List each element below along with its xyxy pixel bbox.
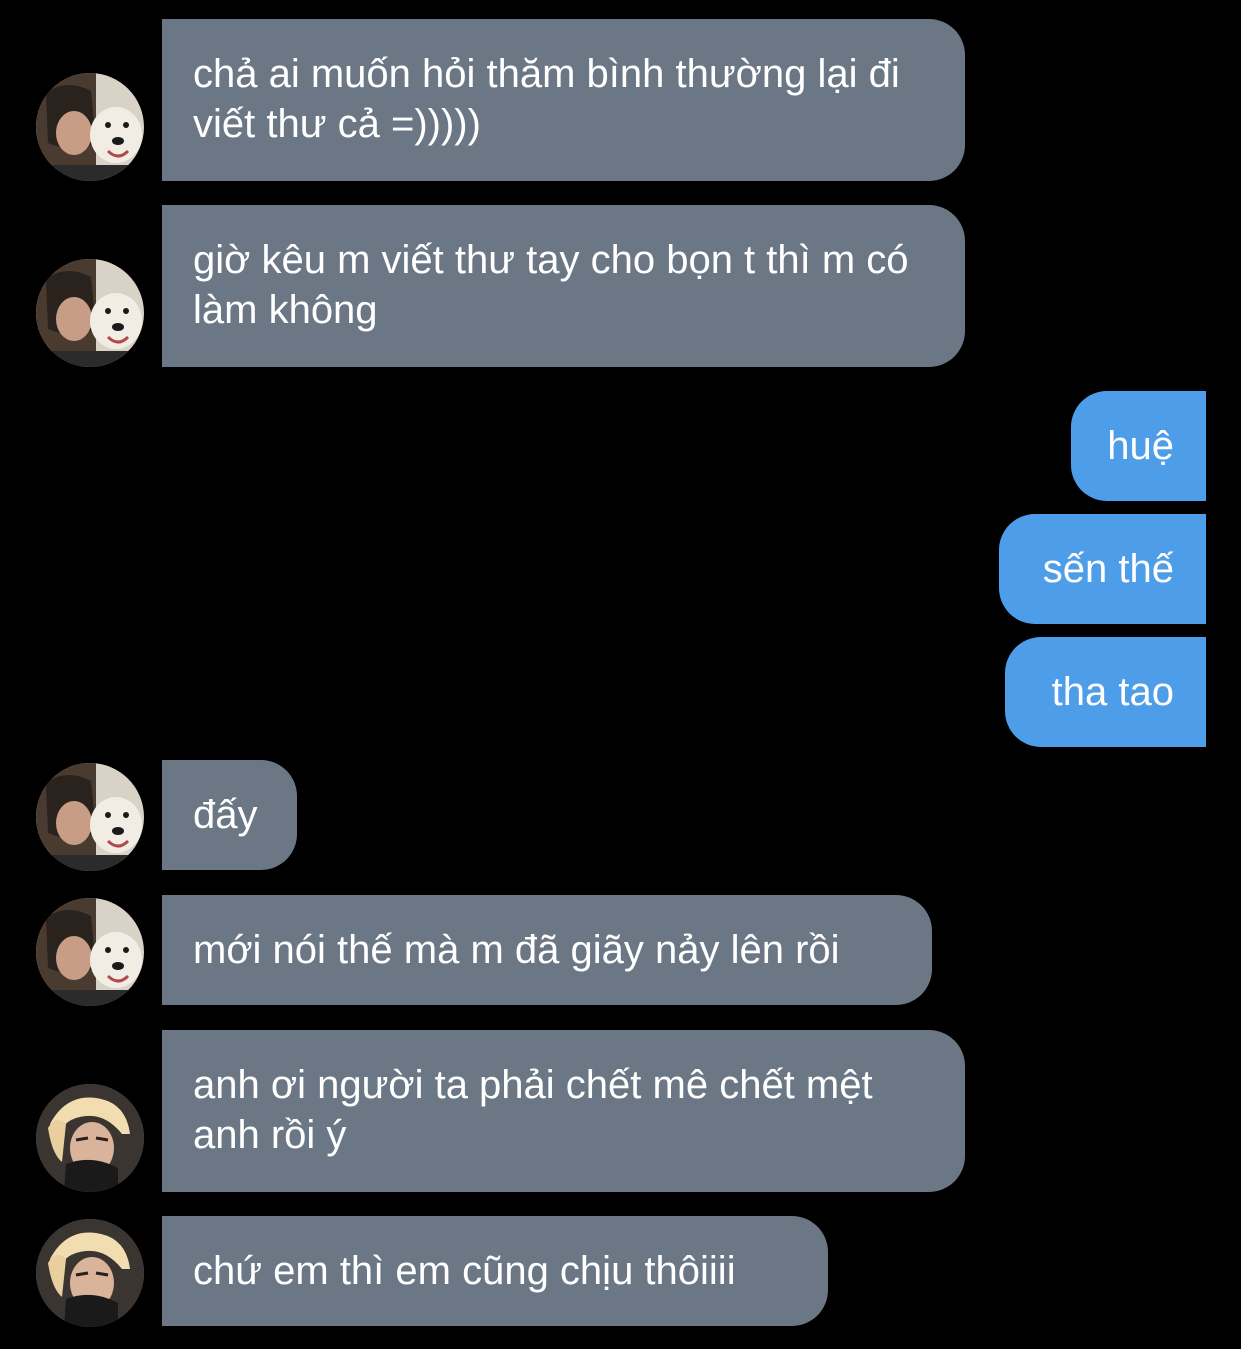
message-bubble-outgoing[interactable]: tha tao: [1005, 637, 1206, 747]
avatar[interactable]: [36, 1219, 144, 1327]
message-bubble-incoming[interactable]: giờ kêu m viết thư tay cho bọn t thì m c…: [162, 205, 965, 367]
message-bubble-outgoing[interactable]: sến thế: [999, 514, 1206, 624]
avatar[interactable]: [36, 1084, 144, 1192]
avatar[interactable]: [36, 73, 144, 181]
dog-avatar-icon: [36, 763, 144, 871]
message-bubble-outgoing[interactable]: huệ: [1071, 391, 1206, 501]
avatar[interactable]: [36, 763, 144, 871]
dog-avatar-icon: [36, 898, 144, 1006]
message-bubble-incoming[interactable]: mới nói thế mà m đã giãy nảy lên rồi: [162, 895, 932, 1005]
message-bubble-incoming[interactable]: chứ em thì em cũng chịu thôiiii: [162, 1216, 828, 1326]
avatar[interactable]: [36, 259, 144, 367]
message-bubble-incoming[interactable]: anh ơi người ta phải chết mê chết mệt an…: [162, 1030, 965, 1192]
blonde-avatar-icon: [36, 1219, 144, 1327]
blonde-avatar-icon: [36, 1084, 144, 1192]
avatar[interactable]: [36, 898, 144, 1006]
message-bubble-incoming[interactable]: đấy: [162, 760, 297, 870]
dog-avatar-icon: [36, 259, 144, 367]
message-bubble-incoming[interactable]: chả ai muốn hỏi thăm bình thường lại đi …: [162, 19, 965, 181]
dog-avatar-icon: [36, 73, 144, 181]
